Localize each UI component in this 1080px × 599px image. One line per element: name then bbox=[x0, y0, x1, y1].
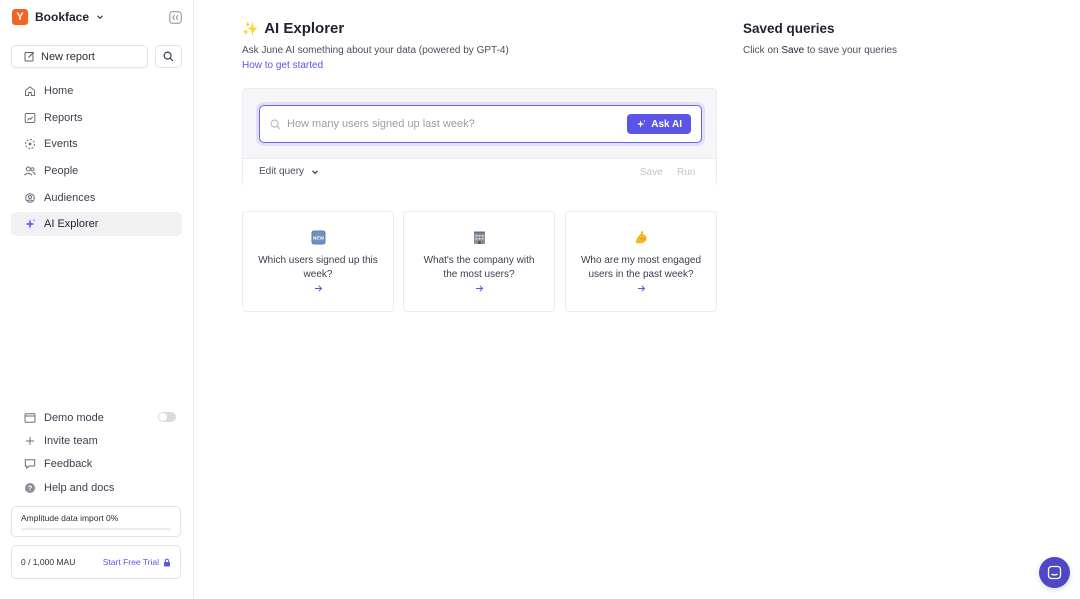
bottom-nav: Demo mode Invite team Feedback ? Help an… bbox=[11, 406, 182, 499]
sidebar-item-label: Audiences bbox=[44, 191, 96, 204]
run-query-button[interactable]: Run bbox=[677, 167, 695, 178]
sidebar: Y Bookface New report Home Reports Event… bbox=[0, 0, 194, 599]
ai-query-input[interactable] bbox=[287, 118, 617, 130]
mau-count: 0 / 1,000 MAU bbox=[21, 557, 76, 567]
help-docs-label: Help and docs bbox=[44, 481, 115, 494]
search-icon bbox=[163, 51, 174, 62]
chevron-down-icon bbox=[97, 15, 103, 20]
chat-icon bbox=[1047, 565, 1062, 580]
suggestion-text: Which users signed up this week? bbox=[258, 255, 378, 280]
arrow-right-icon bbox=[637, 285, 645, 292]
invite-team-item[interactable]: Invite team bbox=[11, 429, 182, 452]
reports-icon bbox=[24, 112, 36, 123]
audiences-icon bbox=[25, 192, 35, 203]
workspace-switcher[interactable]: Y Bookface bbox=[12, 8, 104, 26]
edit-icon bbox=[24, 51, 35, 62]
flexed-biceps-icon bbox=[635, 231, 647, 244]
feedback-icon bbox=[24, 459, 36, 470]
invite-team-label: Invite team bbox=[44, 434, 98, 447]
query-panel: Ask AI Edit query Save Run bbox=[242, 88, 717, 185]
save-query-button[interactable]: Save bbox=[640, 167, 663, 178]
collapse-sidebar-icon[interactable] bbox=[169, 11, 182, 24]
svg-text:?: ? bbox=[28, 483, 33, 492]
page-title-text: AI Explorer bbox=[264, 20, 345, 37]
sidebar-item-reports[interactable]: Reports bbox=[11, 106, 182, 130]
suggestion-card[interactable]: What's the company with the most users? bbox=[403, 211, 555, 312]
sidebar-item-label: Reports bbox=[44, 111, 83, 124]
workspace-logo: Y bbox=[12, 9, 28, 25]
workspace-name: Bookface bbox=[35, 10, 90, 24]
arrow-right-icon bbox=[475, 285, 483, 292]
home-icon bbox=[25, 86, 35, 96]
hint-suffix: to save your queries bbox=[806, 45, 897, 56]
demo-mode-item[interactable]: Demo mode bbox=[11, 406, 182, 429]
sidebar-item-label: AI Explorer bbox=[44, 218, 99, 231]
saved-queries-title: Saved queries bbox=[743, 21, 835, 36]
query-input-wrapper[interactable]: Ask AI bbox=[259, 105, 702, 143]
sidebar-item-label: Events bbox=[44, 138, 78, 151]
page-title: ✨ AI Explorer bbox=[242, 20, 344, 37]
suggestion-cards: NEW Which users signed up this week? Wha… bbox=[242, 211, 717, 312]
mau-card: 0 / 1,000 MAU Start Free Trial bbox=[11, 545, 181, 579]
search-icon bbox=[270, 119, 281, 129]
sparkle-icon bbox=[637, 119, 646, 128]
saved-queries-hint: Click on Save to save your queries bbox=[743, 45, 897, 56]
chevron-down-icon bbox=[312, 169, 318, 174]
start-free-trial-link[interactable]: Start Free Trial bbox=[103, 557, 171, 567]
query-footer: Edit query Save Run bbox=[243, 158, 716, 185]
sidebar-item-label: People bbox=[44, 165, 79, 178]
window-icon bbox=[24, 412, 36, 423]
plus-icon bbox=[26, 436, 34, 445]
events-icon bbox=[25, 139, 35, 150]
start-free-trial-label: Start Free Trial bbox=[102, 557, 159, 567]
arrow-right-icon bbox=[314, 285, 322, 292]
main-nav: Home Reports Events People Audiences AI … bbox=[11, 79, 182, 239]
feedback-item[interactable]: Feedback bbox=[11, 453, 182, 476]
how-to-get-started-link[interactable]: How to get started bbox=[242, 60, 323, 71]
support-chat-button[interactable] bbox=[1039, 557, 1070, 588]
demo-mode-label: Demo mode bbox=[44, 411, 104, 424]
sidebar-item-audiences[interactable]: Audiences bbox=[11, 186, 182, 210]
sparkle-icon bbox=[25, 219, 36, 230]
new-report-button[interactable]: New report bbox=[11, 45, 148, 68]
svg-text:NEW: NEW bbox=[312, 236, 324, 242]
sidebar-item-home[interactable]: Home bbox=[11, 79, 182, 103]
page-subtitle: Ask June AI something about your data (p… bbox=[242, 45, 509, 56]
new-badge-icon: NEW bbox=[311, 230, 325, 245]
new-report-label: New report bbox=[41, 50, 95, 63]
suggestion-card[interactable]: NEW Which users signed up this week? bbox=[242, 211, 394, 312]
suggestion-text: What's the company with the most users? bbox=[423, 255, 535, 280]
help-docs-item[interactable]: ? Help and docs bbox=[11, 476, 182, 499]
amplitude-import-card[interactable]: Amplitude data import 0% bbox=[11, 506, 181, 537]
lock-icon bbox=[164, 558, 170, 566]
ask-ai-label: Ask AI bbox=[651, 118, 682, 130]
sidebar-item-ai-explorer[interactable]: AI Explorer bbox=[11, 212, 182, 237]
ask-ai-button[interactable]: Ask AI bbox=[627, 114, 691, 134]
sidebar-item-label: Home bbox=[44, 85, 74, 97]
suggestion-text: Who are my most engaged users in the pas… bbox=[580, 255, 702, 280]
people-icon bbox=[24, 166, 36, 176]
office-building-icon bbox=[473, 231, 485, 244]
hint-prefix: Click on bbox=[743, 45, 779, 56]
search-button[interactable] bbox=[155, 45, 182, 68]
demo-mode-toggle[interactable] bbox=[158, 412, 176, 422]
sidebar-item-people[interactable]: People bbox=[11, 159, 182, 183]
edit-query-label: Edit query bbox=[259, 166, 305, 177]
suggestion-card[interactable]: Who are my most engaged users in the pas… bbox=[565, 211, 717, 312]
import-status-text: Amplitude data import 0% bbox=[21, 513, 119, 523]
sparkles-icon: ✨ bbox=[242, 20, 259, 36]
help-icon: ? bbox=[25, 482, 35, 493]
edit-query-toggle[interactable]: Edit query bbox=[259, 166, 319, 177]
sidebar-item-events[interactable]: Events bbox=[11, 132, 182, 156]
import-progress-bar bbox=[21, 528, 171, 530]
feedback-label: Feedback bbox=[44, 458, 93, 471]
hint-keyword: Save bbox=[781, 45, 805, 56]
